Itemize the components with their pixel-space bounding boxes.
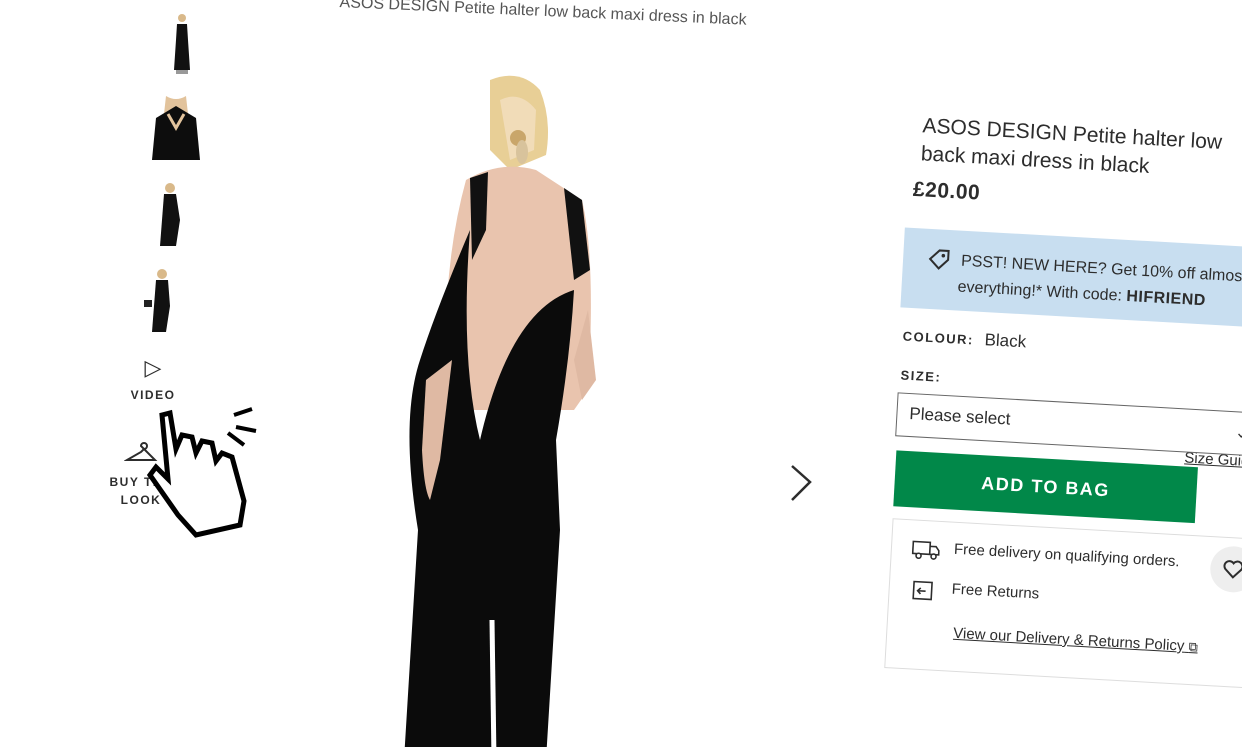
colour-row: COLOUR: Black bbox=[902, 326, 1242, 368]
chevron-down-icon: ⌄ bbox=[1234, 424, 1242, 442]
promo-banner[interactable]: PSST! NEW HERE? Get 10% off almost every… bbox=[900, 227, 1242, 328]
dress-front-thumbnail-icon bbox=[174, 14, 190, 74]
video-label: VIDEO bbox=[130, 388, 176, 402]
halter-closeup-thumbnail-icon bbox=[150, 96, 202, 162]
main-product-image bbox=[404, 75, 596, 747]
returns-text: Free Returns bbox=[951, 580, 1040, 603]
product-title: ASOS DESIGN Petite halter low back maxi … bbox=[920, 114, 1223, 179]
size-select[interactable]: Please select ⌄ bbox=[895, 392, 1242, 457]
dress-full-bag-thumbnail-icon bbox=[144, 269, 170, 332]
thumbnail-2[interactable] bbox=[146, 94, 206, 164]
hand-pointer-cursor-icon bbox=[146, 407, 257, 538]
promo-text: everything!* With code: bbox=[957, 278, 1123, 305]
play-icon: ▷ bbox=[144, 355, 162, 380]
add-to-bag-button[interactable]: ADD TO BAG bbox=[893, 450, 1198, 524]
returns-icon bbox=[912, 580, 933, 601]
video-button[interactable]: ▷ VIDEO bbox=[118, 355, 188, 403]
product-price: £20.00 bbox=[912, 177, 981, 205]
delivery-text: Free delivery on qualifying orders. bbox=[953, 540, 1181, 571]
size-select-value: Please select bbox=[908, 404, 1011, 429]
product-page: ASOS DESIGN Petite halter low back maxi … bbox=[0, 0, 1242, 747]
product-details-panel: ASOS DESIGN Petite halter low back maxi … bbox=[884, 100, 1242, 690]
product-title-header: ASOS DESIGN Petite halter low back maxi … bbox=[339, 0, 747, 29]
delivery-info-box: Free delivery on qualifying orders. Free… bbox=[884, 518, 1242, 689]
thumbnail-4[interactable] bbox=[134, 266, 194, 336]
colour-value: Black bbox=[984, 330, 1027, 352]
colour-label: COLOUR: bbox=[902, 328, 975, 348]
tag-icon bbox=[928, 249, 950, 270]
truck-icon bbox=[911, 540, 940, 560]
promo-code: HIFRIEND bbox=[1125, 287, 1207, 310]
chevron-right-icon[interactable] bbox=[786, 462, 816, 502]
thumbnail-1[interactable] bbox=[152, 10, 212, 80]
thumbnail-3[interactable] bbox=[140, 180, 200, 250]
dress-side-thumbnail-icon bbox=[160, 183, 180, 246]
external-link-icon: ⧉ bbox=[1188, 638, 1199, 655]
